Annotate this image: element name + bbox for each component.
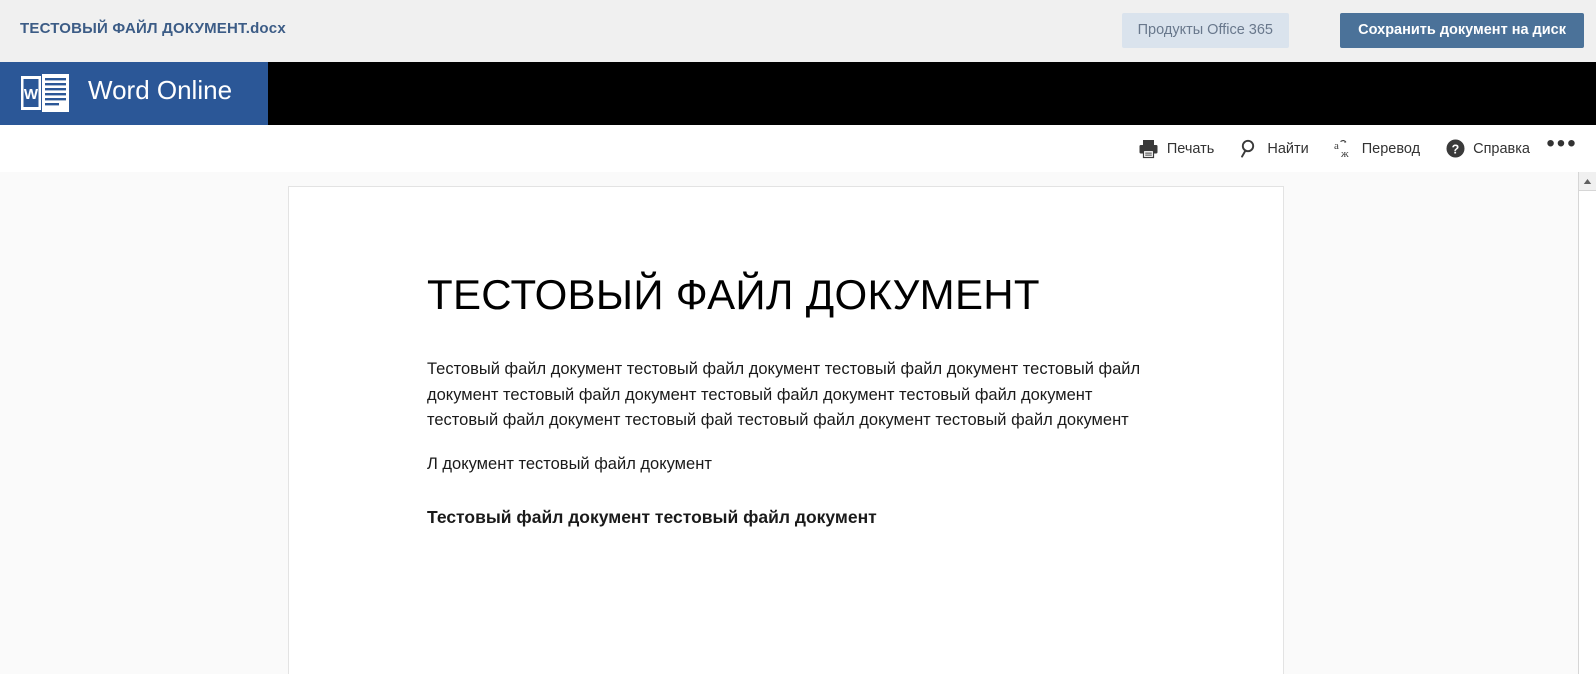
- toolbar-commands: Печать Найти a ж Перевод ? Справка •••: [1126, 125, 1582, 172]
- scroll-up-arrow-icon[interactable]: [1579, 172, 1596, 190]
- document-body: ТЕСТОВЫЙ ФАЙЛ ДОКУМЕНТ Тестовый файл док…: [289, 187, 1283, 531]
- printer-icon: [1138, 138, 1160, 160]
- toolbar-item-help[interactable]: ? Справка: [1432, 125, 1542, 172]
- svg-text:ж: ж: [1340, 148, 1349, 160]
- toolbar-item-translate-label: Перевод: [1361, 140, 1421, 157]
- document-heading: ТЕСТОВЫЙ ФАЙЛ ДОКУМЕНТ: [427, 271, 1040, 318]
- scrollbar-track[interactable]: [1579, 190, 1596, 674]
- toolbar-item-translate[interactable]: a ж Перевод: [1321, 125, 1432, 172]
- document-filename-label: ТЕСТОВЫЙ ФАЙЛ ДОКУМЕНТ.docx: [20, 20, 286, 37]
- brand-strip: W Word Online: [0, 62, 1596, 125]
- toolbar-item-find[interactable]: Найти: [1226, 125, 1320, 172]
- toolbar-item-print[interactable]: Печать: [1126, 125, 1227, 172]
- svg-text:?: ?: [1451, 142, 1459, 156]
- document-paragraph-3: Тестовый файл документ тестовый файл док…: [427, 506, 877, 527]
- document-page[interactable]: ТЕСТОВЫЙ ФАЙЛ ДОКУМЕНТ Тестовый файл док…: [288, 186, 1284, 674]
- document-canvas: ТЕСТОВЫЙ ФАЙЛ ДОКУМЕНТ Тестовый файл док…: [0, 172, 1578, 674]
- toolbar-item-help-label: Справка: [1473, 140, 1530, 157]
- help-icon: ?: [1444, 138, 1466, 160]
- toolbar-item-print-label: Печать: [1166, 140, 1215, 157]
- document-paragraph-2: Л документ тестовый файл документ: [427, 454, 712, 473]
- vertical-scrollbar[interactable]: [1578, 172, 1596, 674]
- toolbar: Печать Найти a ж Перевод ? Справка •••: [0, 125, 1596, 172]
- title-bar: ТЕСТОВЫЙ ФАЙЛ ДОКУМЕНТ.docx Продукты Off…: [0, 0, 1596, 62]
- document-paragraph-1: Тестовый файл документ тестовый файл док…: [427, 360, 1141, 430]
- word-online-viewer: ТЕСТОВЫЙ ФАЙЛ ДОКУМЕНТ.docx Продукты Off…: [0, 0, 1596, 674]
- office-365-products-button[interactable]: Продукты Office 365: [1121, 13, 1289, 48]
- save-document-to-disk-button[interactable]: Сохранить документ на диск: [1340, 13, 1584, 48]
- brand-block[interactable]: W Word Online: [0, 62, 268, 125]
- word-logo-icon: W: [21, 74, 69, 112]
- toolbar-item-find-label: Найти: [1267, 140, 1309, 157]
- brand-label: Word Online: [88, 75, 233, 105]
- translate-icon: a ж: [1333, 138, 1355, 160]
- svg-text:W: W: [24, 86, 39, 103]
- toolbar-overflow-button[interactable]: •••: [1542, 125, 1582, 172]
- svg-text:a: a: [1334, 140, 1339, 152]
- search-icon: [1238, 138, 1260, 160]
